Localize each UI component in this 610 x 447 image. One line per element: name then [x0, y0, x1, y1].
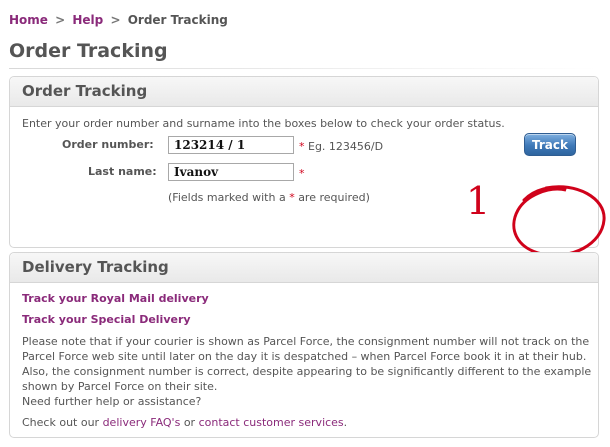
- order-number-label: Order number:: [62, 138, 154, 151]
- breadcrumb-current: Order Tracking: [127, 13, 228, 27]
- title-divider: [9, 68, 599, 69]
- breadcrumb-home-link[interactable]: Home: [9, 13, 48, 27]
- delivery-tracking-panel-title: Delivery Tracking: [10, 253, 598, 283]
- last-name-input[interactable]: [168, 163, 294, 181]
- help-prefix-text: Check out our: [22, 416, 100, 429]
- order-tracking-panel-title: Order Tracking: [10, 77, 598, 107]
- help-or-text: or: [183, 416, 196, 429]
- breadcrumb-separator: >: [55, 13, 66, 27]
- required-marker: *: [299, 167, 305, 180]
- required-marker: *: [299, 140, 305, 153]
- delivery-faq-link[interactable]: delivery FAQ's: [103, 416, 181, 429]
- order-tracking-panel: Order Tracking Enter your order number a…: [9, 76, 599, 248]
- track-button[interactable]: Track: [524, 133, 576, 156]
- breadcrumb-help-link[interactable]: Help: [72, 13, 103, 27]
- contact-customer-services-link[interactable]: contact customer services: [199, 416, 344, 429]
- help-question: Need further help or assistance?: [22, 395, 202, 408]
- page-title: Order Tracking: [9, 40, 168, 62]
- order-number-input[interactable]: [168, 136, 294, 154]
- breadcrumb-separator: >: [110, 13, 121, 27]
- help-contact-line: Check out our delivery FAQ's or contact …: [22, 415, 347, 430]
- help-period: .: [343, 416, 348, 429]
- order-tracking-instructions: Enter your order number and surname into…: [22, 117, 505, 130]
- required-note-text: (Fields marked with a: [168, 191, 286, 204]
- special-delivery-tracking-link[interactable]: Track your Special Delivery: [22, 313, 191, 326]
- required-marker: *: [289, 191, 295, 204]
- order-number-example: Eg. 123456/D: [308, 140, 384, 153]
- delivery-tracking-panel: Delivery Tracking Track your Royal Mail …: [9, 252, 599, 438]
- required-fields-note: (Fields marked with a * are required): [168, 191, 370, 204]
- order-number-hint: * Eg. 123456/D: [299, 140, 383, 153]
- required-note-text: are required): [298, 191, 370, 204]
- parcel-force-note: Please note that if your courier is show…: [22, 335, 592, 393]
- royal-mail-tracking-link[interactable]: Track your Royal Mail delivery: [22, 292, 209, 305]
- breadcrumb: Home > Help > Order Tracking: [9, 13, 228, 27]
- last-name-label: Last name:: [88, 165, 157, 178]
- annotation-step-number: 1: [466, 179, 491, 223]
